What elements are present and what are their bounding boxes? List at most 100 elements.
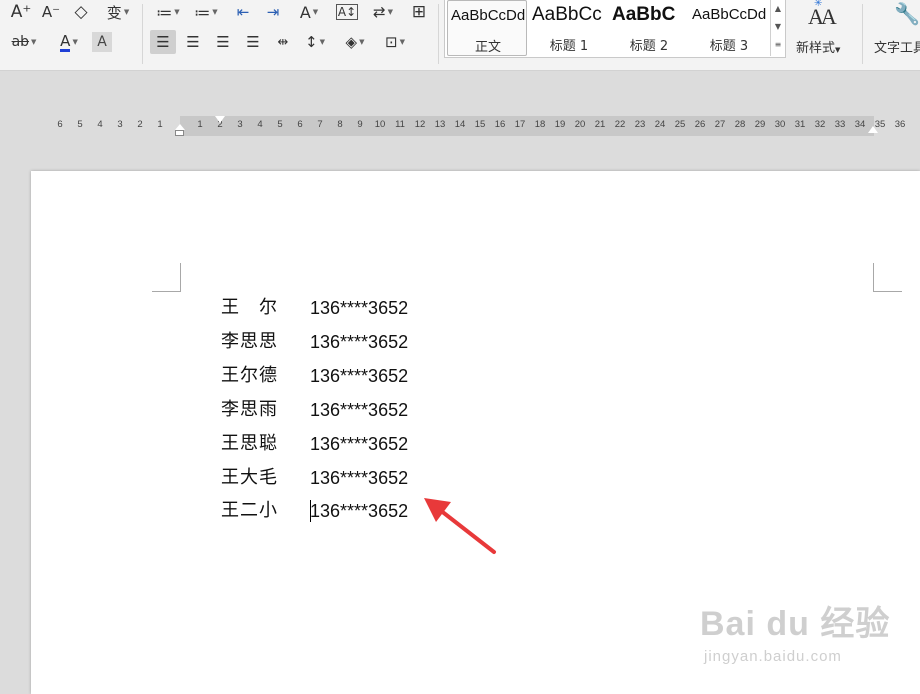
ruler-number: 3: [117, 119, 123, 130]
font-color-button[interactable]: A ▼: [52, 32, 86, 52]
ruler-number: 14: [454, 119, 466, 130]
line-spacing-swap-button[interactable]: ⇄ ▼: [366, 2, 400, 22]
style-normal[interactable]: AaBbCcDd 正文: [447, 0, 527, 56]
align-center-icon: ☰: [186, 33, 200, 51]
ruler-number: 26: [694, 119, 706, 130]
ruler-number: 36: [894, 119, 906, 130]
horizontal-ruler[interactable]: 6 5 4 3 2 1 1 2 3 4 5 6 7 8 9 10 11 12 13 14 15 16 17 18 19 20 21 2…: [0, 116, 920, 136]
ruler-number: 13: [434, 119, 446, 130]
ruler-number: 7: [317, 119, 323, 130]
arrow-head: [424, 498, 451, 522]
decrease-indent-button[interactable]: ⇤: [230, 2, 256, 22]
strikethrough-button[interactable]: ab ▼: [4, 32, 44, 52]
align-center-button[interactable]: ☰: [180, 32, 206, 52]
chevron-down-icon: ▼: [31, 38, 37, 46]
align-right-button[interactable]: ☰: [210, 32, 236, 52]
style-name: 正文: [474, 40, 501, 55]
phonetic-guide-button[interactable]: 变 ▼: [100, 2, 136, 22]
line-spacing-button[interactable]: ↕ ▼: [298, 32, 332, 52]
annotation-arrow: [424, 498, 496, 554]
increase-indent-button[interactable]: ⇥: [260, 2, 286, 22]
sort-button[interactable]: A↕: [334, 2, 360, 22]
ribbon-toolbar: A⁺ A⁻ ◇ 变 ▼ ab ▼ A ▼ A ≔ ▼ ≔ ▼ ⇤ ⇥ A ▼ A↕ ⇄ ▼ ⊞: [0, 0, 920, 71]
border-icon: ⊡: [385, 33, 398, 51]
style-sample: AaBbCcDd: [451, 7, 526, 24]
ruler-number: 4: [257, 119, 263, 130]
crop-mark-top-left: [152, 263, 181, 292]
contact-phone: 136****3652: [310, 332, 409, 352]
right-indent-marker[interactable]: [868, 126, 878, 133]
ruler-number: 25: [674, 119, 686, 130]
ruler-number: 32: [814, 119, 826, 130]
chevron-down-icon: ▼: [359, 38, 365, 46]
text-tools-button[interactable]: 🔧 文字工具: [870, 0, 920, 60]
align-left-button[interactable]: ☰: [150, 30, 176, 54]
distributed-align-button[interactable]: ⇹: [270, 32, 296, 52]
ruler-number: 22: [614, 119, 626, 130]
style-sample: AaBbCc: [532, 4, 602, 25]
style-sample: AaBbC: [612, 4, 676, 25]
paint-bucket-icon: ◈: [345, 33, 358, 51]
distributed-align-icon: ⇹: [277, 34, 289, 50]
contact-name: 王大毛: [221, 467, 278, 488]
contact-name: 王思聪: [221, 433, 278, 454]
contact-name: 李思思: [221, 331, 278, 352]
styles-gallery-scroll[interactable]: ▲ ▼ ≡: [770, 0, 785, 56]
character-shading-button[interactable]: A: [92, 32, 112, 52]
chevron-down-icon[interactable]: ▼: [771, 18, 785, 36]
contact-name: 王 尔: [221, 297, 278, 318]
ruler-number: 4: [97, 119, 103, 130]
contact-name: 王尔德: [221, 365, 278, 386]
font-color-icon: A: [60, 31, 71, 52]
ruler-number: 18: [534, 119, 546, 130]
ruler-number: 29: [754, 119, 766, 130]
clear-format-button[interactable]: ◇: [68, 2, 94, 22]
numbering-button[interactable]: ≔ ▼: [190, 2, 222, 22]
align-left-icon: ☰: [156, 33, 170, 51]
ruler-number: 17: [514, 119, 526, 130]
chevron-up-icon[interactable]: ▲: [771, 0, 785, 18]
ruler-number: 1: [197, 119, 203, 130]
increase-indent-icon: ⇥: [266, 3, 280, 21]
sparkle-icon: ✳: [814, 0, 823, 9]
styles-gallery: AaBbCcDd 正文 AaBbCc 标题 1 AaBbC 标题 2 AaBbC…: [444, 0, 786, 58]
ruler-number: 5: [77, 119, 83, 130]
left-indent-marker[interactable]: [175, 124, 185, 136]
grow-font-icon: A⁺: [10, 2, 32, 22]
ruler-number: 30: [774, 119, 786, 130]
character-shading-icon: A: [97, 34, 107, 50]
ruler-number: 28: [734, 119, 746, 130]
new-style-button[interactable]: AA ✳ 新样式▼: [792, 0, 854, 60]
ruler-number: 15: [474, 119, 486, 130]
swap-arrows-icon: ⇄: [373, 3, 386, 21]
shrink-font-icon: A⁻: [41, 3, 61, 21]
style-heading-2[interactable]: AaBbC 标题 2: [609, 0, 689, 56]
chevron-down-icon: ▼: [312, 8, 319, 16]
ruler-number: 8: [337, 119, 343, 130]
bullets-button[interactable]: ≔ ▼: [152, 2, 184, 22]
borders-button[interactable]: ⊞: [406, 2, 432, 22]
style-heading-1[interactable]: AaBbCc 标题 1: [529, 0, 609, 56]
text-direction-button[interactable]: A ▼: [292, 2, 326, 22]
first-line-indent-marker[interactable]: [215, 116, 225, 123]
border-style-button[interactable]: ⊡ ▼: [378, 32, 412, 52]
shading-button[interactable]: ◈ ▼: [338, 32, 372, 52]
chevron-down-icon: ▼: [835, 46, 841, 54]
contact-phone: 136****3652: [310, 468, 409, 488]
ruler-number: 19: [554, 119, 566, 130]
chevron-down-icon: ▼: [123, 8, 130, 16]
expand-gallery-icon[interactable]: ≡: [771, 36, 785, 54]
contact-phone: 136****3652: [310, 366, 409, 386]
align-right-icon: ☰: [216, 33, 230, 51]
table-borders-icon: ⊞: [411, 2, 427, 22]
shrink-font-button[interactable]: A⁻: [38, 2, 64, 22]
text-cursor: [310, 500, 311, 522]
group-separator: [862, 4, 863, 64]
ruler-number: 12: [414, 119, 426, 130]
justify-button[interactable]: ☰: [240, 32, 266, 52]
ruler-number: 27: [714, 119, 726, 130]
style-name: 标题 2: [629, 39, 669, 54]
grow-font-button[interactable]: A⁺: [8, 2, 34, 22]
style-heading-3[interactable]: AaBbCcDd 标题 3: [689, 0, 769, 56]
crop-mark-top-right: [873, 263, 902, 292]
